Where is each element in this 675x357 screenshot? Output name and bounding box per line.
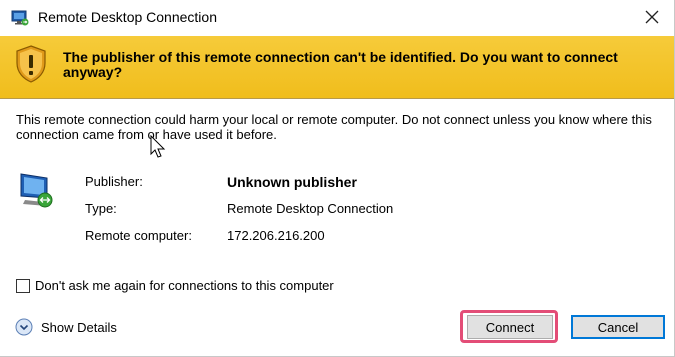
- show-details-toggle[interactable]: Show Details: [15, 318, 117, 336]
- title-bar: Remote Desktop Connection: [0, 0, 674, 34]
- remote-desktop-app-icon: [11, 10, 29, 26]
- remote-monitor-icon: [20, 173, 53, 208]
- shield-warning-icon: [16, 45, 46, 83]
- window-title: Remote Desktop Connection: [38, 9, 217, 25]
- warning-banner: The publisher of this remote connection …: [0, 36, 674, 99]
- dont-ask-again-label[interactable]: Don't ask me again for connections to th…: [35, 278, 334, 293]
- publisher-row: Publisher: Unknown publisher: [85, 174, 357, 190]
- dont-ask-again-checkbox[interactable]: Don't ask me again for connections to th…: [16, 278, 334, 293]
- rdp-warning-dialog: Remote Desktop Connection The publisher …: [0, 0, 675, 357]
- show-details-label[interactable]: Show Details: [41, 320, 117, 335]
- close-button[interactable]: [630, 0, 674, 34]
- warning-message: The publisher of this remote connection …: [63, 49, 618, 80]
- type-label: Type:: [85, 201, 117, 216]
- close-icon: [645, 10, 659, 24]
- remote-computer-value: 172.206.216.200: [227, 228, 325, 243]
- type-value: Remote Desktop Connection: [227, 201, 394, 216]
- publisher-value: Unknown publisher: [227, 174, 357, 190]
- type-row: Type: Remote Desktop Connection: [85, 201, 393, 216]
- warning-description: This remote connection could harm your l…: [16, 112, 652, 142]
- checkbox-box[interactable]: [16, 278, 30, 293]
- chevron-down-circle-icon[interactable]: [15, 318, 33, 336]
- cancel-button[interactable]: Cancel: [571, 315, 665, 339]
- publisher-label: Publisher:: [85, 174, 143, 189]
- remote-computer-row: Remote computer: 172.206.216.200: [85, 228, 325, 243]
- connect-button[interactable]: Connect: [467, 315, 553, 339]
- remote-computer-label: Remote computer:: [85, 228, 192, 243]
